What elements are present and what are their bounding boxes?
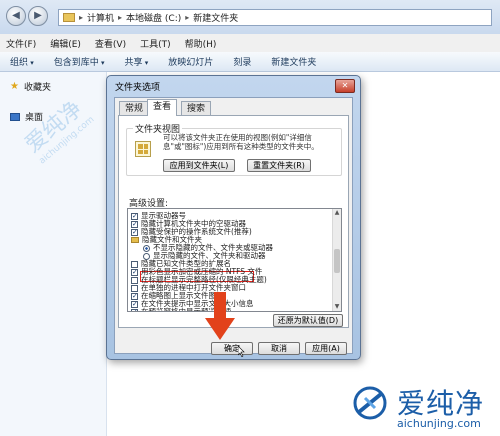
desktop-icon [10, 112, 20, 121]
scroll-down-icon[interactable]: ▼ [333, 303, 341, 311]
dialog-title: 文件夹选项 [115, 83, 161, 93]
command-bar: 组织 包含到库中 共享 放映幻灯片 刻录 新建文件夹 [0, 52, 500, 72]
folder-view-icon [135, 141, 151, 157]
burn-button[interactable]: 刻录 [233, 55, 251, 68]
share-button[interactable]: 共享 [125, 55, 149, 68]
breadcrumb-folder[interactable]: 新建文件夹 [193, 11, 238, 24]
slideshow-button[interactable]: 放映幻灯片 [168, 55, 213, 68]
back-button[interactable]: ◀ [6, 6, 26, 26]
tab-view[interactable]: 查看 [147, 99, 178, 116]
restore-defaults-button[interactable]: 还原为默认值(D) [273, 314, 343, 327]
red-arrow-icon [205, 292, 235, 340]
brand-url: aichunjing.com [397, 417, 481, 430]
menu-edit[interactable]: 编辑(E) [50, 37, 81, 50]
address-field[interactable]: ▸ 计算机 ▸ 本地磁盘 (C:) ▸ 新建文件夹 [58, 9, 492, 26]
list-scrollbar[interactable]: ▲ ▼ [332, 209, 341, 311]
brand-logo-icon [353, 386, 387, 420]
scroll-thumb[interactable] [334, 249, 340, 273]
new-folder-button[interactable]: 新建文件夹 [271, 55, 316, 68]
checkbox[interactable] [131, 308, 138, 311]
menu-view[interactable]: 查看(V) [95, 37, 126, 50]
folder-icon [131, 237, 139, 243]
mouse-cursor-icon [238, 346, 245, 357]
scroll-up-icon[interactable]: ▲ [333, 209, 341, 217]
include-in-library-button[interactable]: 包含到库中 [54, 55, 105, 68]
menu-help[interactable]: 帮助(H) [185, 37, 217, 50]
tab-search[interactable]: 搜索 [181, 101, 212, 115]
folder-view-description: 可以将该文件夹正在使用的视图(例如"详细信息"或"图标")应用到所有这种类型的文… [163, 133, 319, 151]
tab-general[interactable]: 常规 [119, 101, 150, 115]
reset-folders-button[interactable]: 重置文件夹(R) [247, 159, 311, 172]
menu-file[interactable]: 文件(F) [6, 37, 36, 50]
folder-view-group: 文件夹视图 可以将该文件夹正在使用的视图(例如"详细信息"或"图标")应用到所有… [126, 122, 342, 176]
forward-button[interactable]: ▶ [28, 6, 48, 26]
ok-button[interactable]: 确定 [211, 342, 253, 355]
menu-tools[interactable]: 工具(T) [140, 37, 171, 50]
folder-icon [63, 13, 75, 22]
nav-favorites[interactable]: ★ 收藏夹 [10, 80, 51, 93]
menu-bar: 文件(F) 编辑(E) 查看(V) 工具(T) 帮助(H) [0, 34, 500, 52]
breadcrumb-computer[interactable]: 计算机 [87, 11, 114, 24]
apply-button[interactable]: 应用(A) [305, 342, 347, 355]
brand-watermark: 爱纯净 aichunjing.com [349, 380, 499, 434]
apply-to-folders-button[interactable]: 应用到文件夹(L) [163, 159, 235, 172]
organize-button[interactable]: 组织 [10, 55, 34, 68]
star-icon: ★ [10, 81, 19, 92]
breadcrumb-drive[interactable]: 本地磁盘 (C:) [126, 11, 181, 24]
close-button[interactable]: ✕ [335, 79, 355, 93]
address-bar-area: ◀ ▶ ▸ 计算机 ▸ 本地磁盘 (C:) ▸ 新建文件夹 [0, 0, 500, 35]
brand-name: 爱纯净 [397, 387, 485, 420]
cancel-button[interactable]: 取消 [258, 342, 300, 355]
